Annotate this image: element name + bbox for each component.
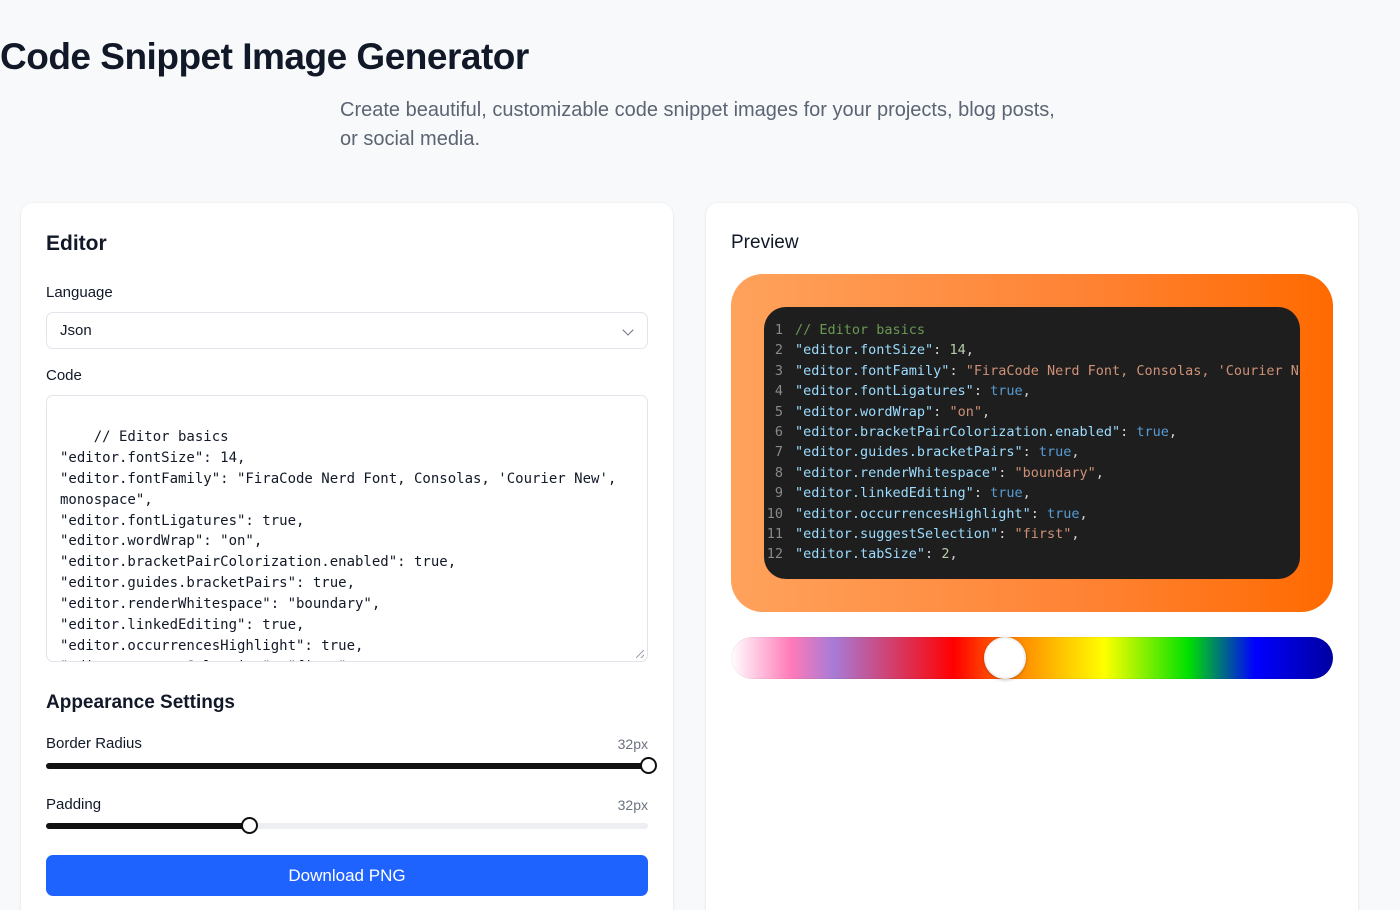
code-token-key: "editor.fontFamily" — [795, 362, 950, 379]
border-radius-label: Border Radius — [46, 735, 142, 752]
code-token-punc: : — [933, 342, 950, 359]
code-token-punc: : — [1030, 505, 1047, 522]
language-label: Language — [46, 284, 113, 301]
code-token-punc: : — [933, 403, 950, 420]
code-token-key: "editor.bracketPairColorization.enabled" — [795, 424, 1121, 441]
padding-value: 32px — [617, 797, 648, 813]
line-number: 10 — [766, 505, 783, 522]
border-radius-slider-fill — [46, 763, 648, 769]
line-number: 5 — [774, 403, 783, 420]
code-token-punc: , — [1095, 464, 1104, 481]
language-select[interactable]: Json — [46, 312, 648, 349]
code-token-punc: , — [1071, 444, 1080, 461]
preview-gradient-frame: 1 // Editor basics 2 "editor.fontSize": 14,… — [731, 274, 1333, 612]
code-token-punc: , — [1168, 424, 1178, 441]
preview-code-line: 6 "editor.bracketPairColorization.enabled… — [764, 422, 1300, 442]
code-token-str: "first" — [1014, 526, 1072, 543]
preview-code-line: 4 "editor.fontLigatures": true, — [764, 381, 1300, 401]
code-token-punc: : — [1022, 444, 1039, 461]
preview-code-window: 1 // Editor basics 2 "editor.fontSize": 14,… — [764, 307, 1300, 579]
preview-code-line: 7 "editor.guides.bracketPairs": true, — [764, 442, 1300, 462]
padding-slider[interactable] — [46, 817, 648, 834]
code-token-key: "editor.wordWrap" — [795, 403, 934, 420]
border-radius-value: 32px — [617, 736, 648, 752]
preview-code-line: 10 "editor.occurrencesHighlight": true, — [764, 504, 1300, 524]
code-token-punc: : — [1120, 424, 1137, 441]
preview-code-line: 11 "editor.suggestSelection": "first", — [764, 524, 1300, 544]
code-token-punc: , — [1071, 526, 1080, 543]
hue-slider[interactable] — [731, 637, 1333, 679]
line-number: 8 — [774, 464, 783, 481]
code-token-key: "editor.linkedEditing" — [795, 485, 974, 502]
page-title: Code Snippet Image Generator — [0, 36, 529, 77]
padding-slider-thumb[interactable] — [241, 817, 259, 834]
preview-code-line: 9 "editor.linkedEditing": true, — [764, 483, 1300, 503]
code-token-punc: , — [981, 403, 991, 420]
code-token-key: "editor.fontLigatures" — [795, 383, 974, 400]
code-token-key: "editor.tabSize" — [795, 546, 926, 563]
code-textarea[interactable]: // Editor basics "editor.fontSize": 14, … — [46, 395, 648, 662]
code-label: Code — [46, 367, 82, 384]
line-number: 4 — [774, 383, 783, 400]
page-subtitle: Create beautiful, customizable code snip… — [340, 99, 1055, 150]
language-select-value: Json — [60, 322, 92, 339]
code-token-bool: true — [1136, 424, 1169, 441]
hue-slider-thumb[interactable] — [983, 637, 1026, 679]
preview-code-line: 12 "editor.tabSize": 2, — [764, 544, 1300, 564]
border-radius-slider[interactable] — [46, 757, 657, 774]
code-token-punc: : — [973, 485, 991, 502]
code-token-punc: , — [1022, 383, 1031, 400]
line-number: 9 — [774, 485, 783, 502]
line-number: 2 — [774, 342, 783, 359]
line-number: 11 — [766, 526, 783, 543]
line-number: 7 — [774, 444, 783, 461]
code-token-punc: , — [949, 546, 958, 563]
editor-card: Editor Language Json Code // Editor basi… — [21, 203, 673, 910]
editor-title: Editor — [46, 232, 107, 255]
line-number: 12 — [766, 546, 783, 563]
code-token-str: "on" — [949, 403, 982, 420]
preview-code-line: 8 "editor.renderWhitespace": "boundary", — [764, 463, 1300, 483]
code-token-str: "FiraCode Nerd Font, Consolas, 'Courier … — [965, 362, 1300, 379]
code-textarea-content: // Editor basics "editor.fontSize": 14, … — [60, 428, 617, 661]
preview-title: Preview — [731, 232, 799, 253]
download-png-button[interactable]: Download PNG — [46, 855, 648, 896]
code-token-key: "editor.suggestSelection" — [795, 526, 999, 543]
code-token-punc: , — [1079, 505, 1088, 522]
resize-grip-icon[interactable] — [636, 650, 644, 658]
preview-card: Preview 1 // Editor basics 2 "editor.fontSi… — [706, 203, 1358, 910]
code-token-bool: true — [990, 485, 1023, 502]
preview-code-line: 5 "editor.wordWrap": "on", — [764, 402, 1300, 422]
padding-slider-fill — [46, 823, 250, 829]
code-token-key: "editor.guides.bracketPairs" — [795, 444, 1023, 461]
code-token-key: "editor.occurrencesHighlight" — [795, 505, 1031, 522]
chevron-down-icon — [622, 324, 634, 336]
code-token-num: 2 — [941, 546, 950, 563]
code-token-punc: : — [998, 464, 1015, 481]
code-token-punc: : — [949, 362, 966, 379]
code-token-num: 14 — [949, 342, 966, 359]
code-token-punc: : — [998, 526, 1015, 543]
code-token-punc: , — [1022, 485, 1031, 502]
code-token-punc: , — [965, 342, 974, 359]
preview-code-line: 3 "editor.fontFamily": "FiraCode Nerd Fon… — [764, 361, 1300, 381]
line-number: 1 — [774, 322, 783, 338]
border-radius-slider-thumb[interactable] — [640, 757, 657, 774]
code-token-key: "editor.renderWhitespace" — [795, 464, 999, 481]
code-token-punc: : — [925, 546, 942, 563]
padding-label: Padding — [46, 796, 102, 813]
code-token-str: "boundary" — [1014, 464, 1096, 481]
appearance-settings-heading: Appearance Settings — [46, 692, 235, 713]
code-token-bool: true — [990, 383, 1023, 400]
code-token-key: "editor.fontSize" — [795, 342, 934, 359]
code-token-bool: true — [1038, 444, 1072, 461]
line-number: 6 — [774, 424, 783, 441]
code-token-punc: : — [973, 383, 991, 400]
preview-code-line: 2 "editor.fontSize": 14, — [764, 340, 1300, 360]
code-token-bool: true — [1046, 505, 1080, 522]
code-token-comment: // Editor basics — [795, 322, 926, 338]
preview-code-line: 1 // Editor basics — [764, 320, 1300, 340]
line-number: 3 — [774, 362, 783, 379]
